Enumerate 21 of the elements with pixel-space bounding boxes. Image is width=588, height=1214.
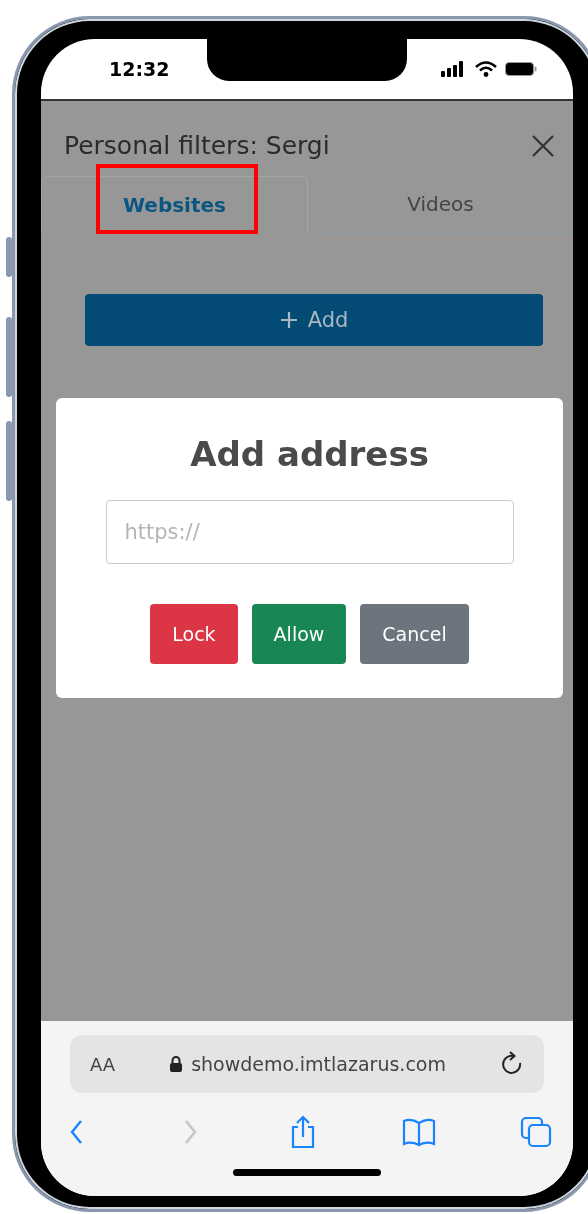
battery-icon	[505, 61, 537, 77]
book-icon[interactable]	[401, 1117, 437, 1147]
lock-icon	[169, 1055, 184, 1073]
dialog-button[interactable]: Allow	[251, 604, 347, 664]
text-size-button[interactable]: AA	[90, 1053, 116, 1075]
add-button[interactable]: Add	[85, 294, 543, 346]
tab[interactable]: Websites	[41, 176, 308, 233]
plus-icon	[279, 311, 298, 329]
close-icon[interactable]	[531, 133, 555, 158]
clock-time: 12:32	[109, 58, 170, 80]
dialog-button[interactable]: Lock	[150, 604, 238, 664]
wifi-icon	[475, 61, 497, 77]
url-input-field[interactable]: https://	[105, 500, 514, 564]
url-text: showdemo.imtlazarus.com	[191, 1053, 446, 1075]
dialog-button[interactable]: Cancel	[360, 604, 469, 664]
panel-title: Personal filters: Sergi	[64, 131, 330, 160]
tab[interactable]: Videos	[308, 176, 573, 233]
dialog-title: Add address	[190, 434, 429, 474]
tabs-icon[interactable]	[520, 1116, 552, 1148]
reload-icon[interactable]	[500, 1051, 524, 1077]
address-bar[interactable]: AA showdemo.imtlazarus.com	[70, 1035, 544, 1093]
